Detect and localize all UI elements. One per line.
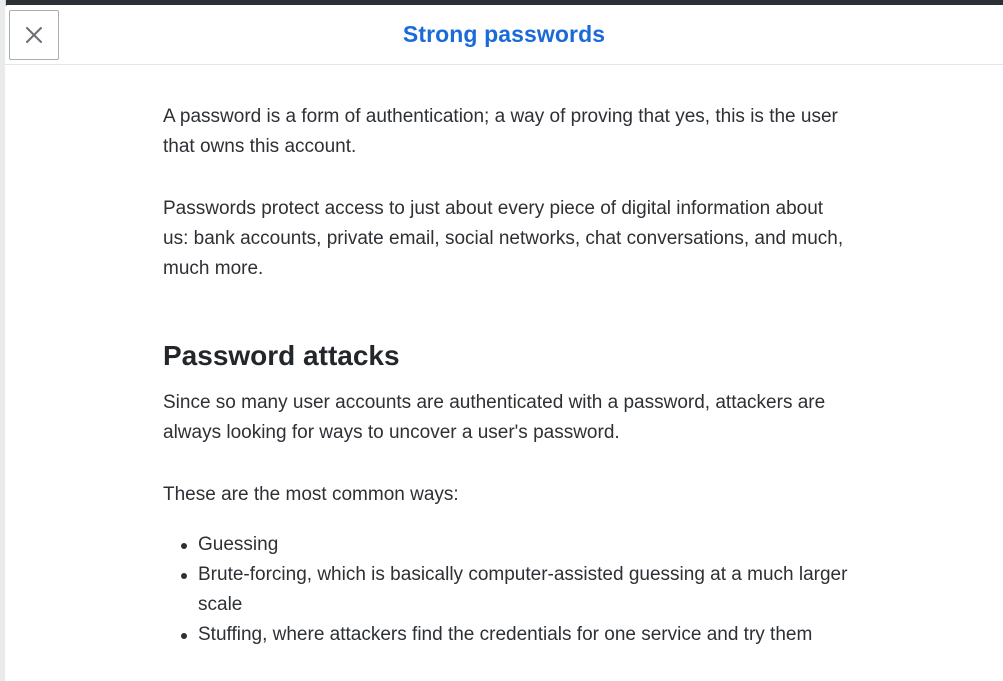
list-item: Guessing bbox=[181, 530, 853, 560]
intro-paragraph-2: Passwords protect access to just about e… bbox=[163, 198, 844, 279]
intro-paragraph-1: A password is a form of authentication; … bbox=[163, 106, 838, 157]
list-item-text: Guessing bbox=[198, 534, 279, 555]
close-icon bbox=[25, 26, 43, 44]
bullet-icon bbox=[181, 633, 187, 639]
list-item: Brute-forcing, which is basically comput… bbox=[181, 560, 853, 620]
bullet-icon bbox=[181, 543, 187, 549]
attack-methods-list: Guessing Brute-forcing, which is basical… bbox=[163, 530, 853, 650]
list-item-text: Stuffing, where attackers find the crede… bbox=[198, 624, 813, 645]
list-intro: These are the most common ways: bbox=[163, 484, 459, 505]
strong-passwords-modal: Strong passwords A password is a form of… bbox=[5, 5, 1003, 681]
section-heading: Password attacks bbox=[163, 340, 400, 371]
bullet-icon bbox=[181, 573, 187, 579]
list-item-text: Brute-forcing, which is basically comput… bbox=[198, 564, 848, 615]
section-paragraph: Since so many user accounts are authenti… bbox=[163, 392, 826, 443]
modal-title: Strong passwords bbox=[402, 21, 606, 47]
article-content: A password is a form of authentication; … bbox=[163, 102, 853, 650]
modal-body[interactable]: A password is a form of authentication; … bbox=[5, 66, 1003, 681]
close-button[interactable] bbox=[9, 10, 59, 60]
modal-header: Strong passwords bbox=[5, 5, 1003, 65]
list-item: Stuffing, where attackers find the crede… bbox=[181, 620, 853, 650]
